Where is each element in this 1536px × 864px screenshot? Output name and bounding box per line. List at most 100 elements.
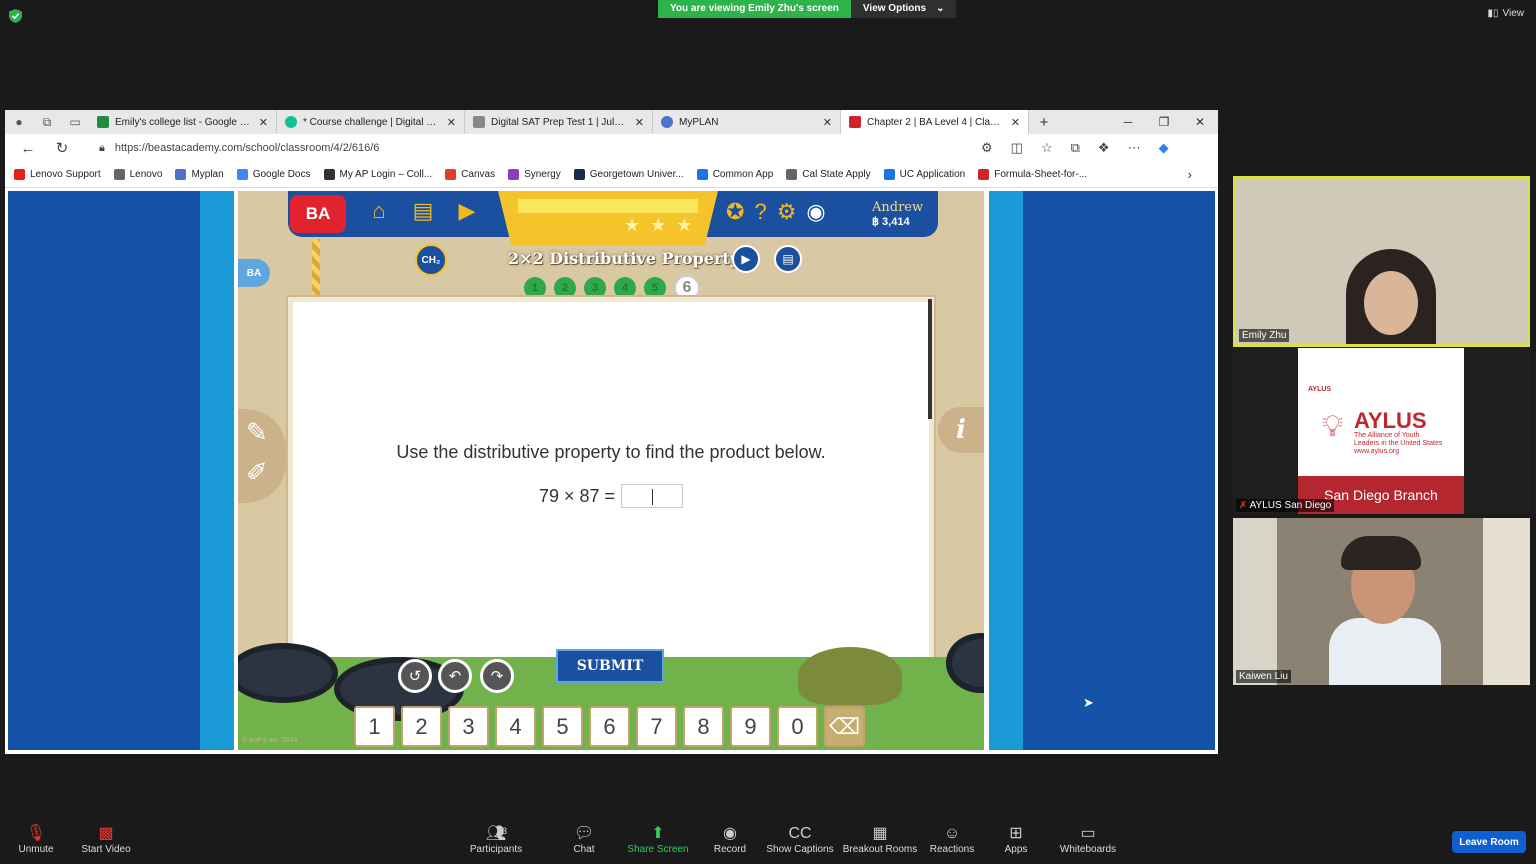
video-icon[interactable]: ▶ [454, 197, 480, 225]
problem-dot-complete[interactable]: 2 [554, 277, 576, 299]
bookmarks-more-icon[interactable]: › [1188, 167, 1192, 182]
minimize-icon[interactable]: ─ [1110, 115, 1146, 129]
split-screen-icon[interactable]: ◫ [1011, 140, 1023, 156]
toolbar-unmute-button[interactable]: 🎙︎ Unmute [0, 824, 76, 855]
view-options-label: View Options [862, 3, 927, 14]
bookmark-item[interactable]: Cal State Apply [786, 169, 871, 180]
bookmark-item[interactable]: My AP Login – Coll... [323, 169, 432, 180]
keypad-key[interactable]: 5 [542, 706, 583, 747]
keypad-key[interactable]: 7 [636, 706, 677, 747]
browser-tab[interactable]: * Course challenge | Digital SAT | ✕ [277, 110, 465, 134]
back-arrow-icon[interactable]: ← [11, 140, 45, 157]
side-logo[interactable]: BA [238, 259, 270, 287]
tab-actions-icon[interactable]: ▭ [61, 110, 89, 134]
url-field[interactable]: 🔒︎ https://beastacademy.com/school/class… [87, 137, 967, 159]
bookmark-item[interactable]: Lenovo Support [14, 169, 101, 180]
pencil-icon[interactable]: ✎ [246, 417, 268, 448]
play-video-button[interactable]: ▶ [732, 245, 760, 273]
tab-title: MyPLAN [679, 116, 719, 128]
view-button[interactable]: ▮▯ View [1487, 8, 1524, 19]
profile-icon[interactable]: ● [5, 110, 33, 134]
browser-tab[interactable]: MyPLAN ✕ [653, 110, 841, 134]
eraser-icon[interactable]: ✐ [246, 457, 268, 488]
extensions-icon[interactable]: ⚙ [981, 140, 993, 156]
leave-room-button[interactable]: Leave Room [1452, 831, 1526, 853]
grid-view-icon: ▮▯ [1487, 8, 1499, 19]
problem-dot-complete[interactable]: 4 [614, 277, 636, 299]
problem-dot-complete[interactable]: 3 [584, 277, 606, 299]
workspaces-icon[interactable]: ⧉ [33, 110, 61, 134]
browser-tab-active[interactable]: Chapter 2 | BA Level 4 | Classroo ✕ [841, 110, 1029, 134]
bookmark-item[interactable]: Myplan [175, 169, 224, 180]
favorites-icon[interactable]: ☆ [1041, 140, 1053, 156]
redo-button[interactable]: ↷ [480, 659, 514, 693]
help-icon[interactable]: ? [754, 199, 766, 225]
toolbar-chat-button[interactable]: 💬︎ Chat [544, 824, 624, 855]
security-shield-icon[interactable] [9, 9, 22, 23]
more-icon[interactable]: ⋯ [1128, 140, 1141, 156]
toolbar-label: Participants [469, 844, 523, 855]
new-tab-button[interactable]: + [1029, 114, 1059, 131]
participant-tile[interactable]: Kaiwen Liu [1233, 518, 1530, 685]
settings-gear-icon[interactable]: ⚙ [777, 199, 797, 225]
school-icon[interactable]: ⌂ [366, 197, 392, 225]
bookmark-item[interactable]: Canvas [445, 169, 495, 180]
collections-icon[interactable]: ⧉ [1071, 140, 1080, 156]
close-window-icon[interactable]: ✕ [1182, 115, 1218, 129]
keypad-key[interactable]: 3 [448, 706, 489, 747]
chapter-badge[interactable]: CH₂ [415, 244, 447, 276]
keypad-key[interactable]: 6 [589, 706, 630, 747]
bookmark-item[interactable]: Georgetown Univer... [573, 169, 684, 180]
keypad-key[interactable]: 8 [683, 706, 724, 747]
keypad-key[interactable]: 1 [354, 706, 395, 747]
bookmark-item[interactable]: Formula-Sheet-for-... [978, 169, 1087, 180]
read-book-button[interactable]: ▤ [774, 245, 802, 273]
user-info[interactable]: Andrew ฿ 3,414 [872, 201, 923, 229]
keypad-key[interactable]: 0 [777, 706, 818, 747]
bookmark-item[interactable]: Synergy [508, 169, 561, 180]
browser-tab[interactable]: Digital SAT Prep Test 1 | July 6, 2(✕ [465, 110, 653, 134]
close-icon[interactable]: ✕ [259, 116, 268, 129]
toolbar-whiteboards-button[interactable]: ▭ Whiteboards [1048, 824, 1128, 855]
info-button[interactable]: i [938, 407, 984, 453]
restore-icon[interactable]: ❐ [1146, 115, 1182, 129]
view-options-button[interactable]: View Options ⌄ [850, 0, 957, 18]
book-icon[interactable]: ▤ [410, 197, 436, 225]
toolbar-participants-button[interactable]: 👥︎ 3 Participants [456, 824, 536, 855]
toolbar-start-video-button[interactable]: ▩ Start Video [66, 824, 146, 855]
toolbar-show-captions-button[interactable]: CC Show Captions [760, 824, 840, 855]
backspace-key[interactable]: ⌫ [824, 706, 865, 747]
participant-tile[interactable]: AYLUS 💡︎ AYLUS The Alliance of Youth Lea… [1233, 348, 1530, 514]
bookmark-item[interactable]: Lenovo [113, 169, 162, 180]
copilot-icon[interactable]: ◆ [1159, 140, 1169, 156]
answer-input[interactable] [621, 484, 684, 508]
toolbar-label: Reactions [929, 844, 975, 855]
participant-tile[interactable]: Emily Zhu [1233, 176, 1530, 347]
browser-tab[interactable]: Emily's college list - Google She ✕ [89, 110, 277, 134]
problem-dot-complete[interactable]: 1 [524, 277, 546, 299]
close-icon[interactable]: ✕ [447, 116, 456, 129]
beast-academy-logo[interactable]: BA [290, 195, 346, 233]
refresh-icon[interactable]: ↻ [45, 139, 79, 157]
toolbar-breakout-rooms-button[interactable]: ▦ Breakout Rooms [840, 824, 920, 855]
reset-button[interactable]: ↺ [398, 659, 432, 693]
keypad-key[interactable]: 9 [730, 706, 771, 747]
toolbar-share-screen-button[interactable]: ⬆ Share Screen [618, 824, 698, 855]
undo-button[interactable]: ↶ [438, 659, 472, 693]
apps-icon: ⊞ [1009, 825, 1023, 842]
toolbar-record-button[interactable]: ◉ Record [690, 824, 770, 855]
submit-button[interactable]: SUBMIT [556, 649, 664, 683]
bookmark-item[interactable]: Common App [696, 169, 773, 180]
keypad-key[interactable]: 4 [495, 706, 536, 747]
close-icon[interactable]: ✕ [635, 116, 644, 129]
avatar-icon[interactable]: ◉ [806, 199, 825, 225]
keypad-key[interactable]: 2 [401, 706, 442, 747]
problem-dot-complete[interactable]: 5 [644, 277, 666, 299]
extension-icon[interactable]: ❖ [1098, 140, 1110, 156]
achievements-icon[interactable]: ✪ [726, 199, 744, 225]
toolbar-apps-button[interactable]: ⊞ Apps [976, 824, 1056, 855]
bookmark-item[interactable]: UC Application [883, 169, 965, 180]
bookmark-item[interactable]: Google Docs [236, 169, 311, 180]
close-icon[interactable]: ✕ [823, 116, 832, 129]
close-icon[interactable]: ✕ [1011, 116, 1020, 129]
